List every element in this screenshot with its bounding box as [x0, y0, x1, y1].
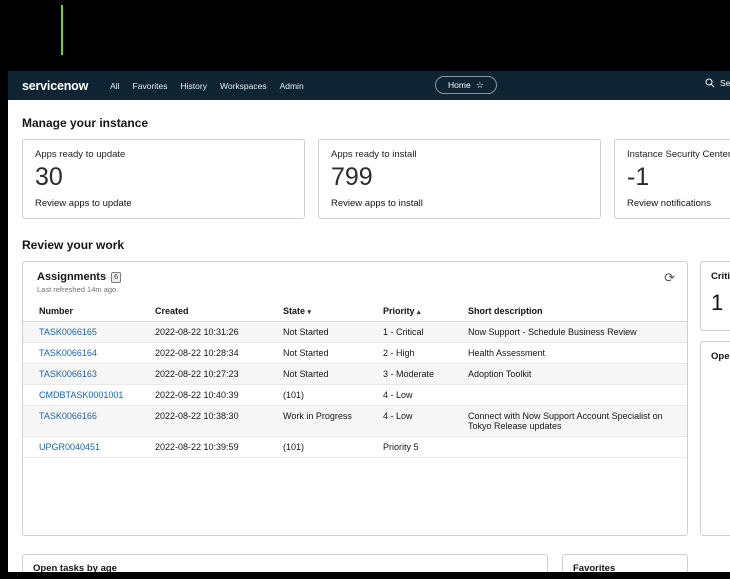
stat-card-value: -1	[627, 164, 730, 192]
state-cell: (101)	[279, 385, 379, 406]
stat-card-title: Instance Security Center notifications	[627, 149, 730, 160]
stat-card-value: 799	[331, 164, 588, 192]
app-content: Manage your instance Apps ready to updat…	[8, 100, 730, 572]
critical-card-title: Critical	[711, 271, 730, 282]
created-cell: 2022-08-22 10:28:34	[151, 343, 279, 364]
task-number-link[interactable]: TASK0066166	[39, 411, 97, 421]
short-description-cell	[464, 437, 687, 458]
priority-cell: 3 - Moderate	[379, 364, 464, 385]
header-search[interactable]: Search	[705, 78, 730, 88]
nav-item-favorites[interactable]: Favorites	[133, 81, 168, 91]
short-description-cell: Now Support - Schedule Business Review	[464, 322, 687, 343]
priority-cell: 1 - Critical	[379, 322, 464, 343]
last-refreshed-text: Last refreshed 14m ago.	[37, 285, 673, 294]
servicenow-logo[interactable]: servicenow	[22, 79, 88, 93]
stat-cards-row: Apps ready to update 30 Review apps to u…	[22, 139, 730, 219]
created-cell: 2022-08-22 10:27:23	[151, 364, 279, 385]
task-number-link[interactable]: UPGR0040451	[39, 442, 100, 452]
priority-cell: Priority 5	[379, 437, 464, 458]
refresh-icon[interactable]: ⟳	[664, 271, 675, 284]
nav-item-admin[interactable]: Admin	[280, 81, 304, 91]
assignments-panel: Assignments 6 Last refreshed 14m ago. ⟳ …	[22, 261, 688, 536]
priority-cell: 2 - High	[379, 343, 464, 364]
open-tasks-by-age-card: Open tasks by age	[22, 554, 548, 572]
table-row: TASK0066166 2022-08-22 10:38:30 Work in …	[23, 406, 687, 437]
assignments-title: Assignments	[37, 271, 106, 283]
stat-card-apps-update: Apps ready to update 30 Review apps to u…	[22, 139, 305, 219]
review-apps-install-link[interactable]: Review apps to install	[331, 198, 588, 209]
manage-instance-heading: Manage your instance	[22, 116, 730, 130]
search-label: Search	[720, 78, 730, 88]
column-header-short-description[interactable]: Short description	[464, 301, 687, 322]
table-row: UPGR0040451 2022-08-22 10:39:59 (101) Pr…	[23, 437, 687, 458]
review-apps-update-link[interactable]: Review apps to update	[35, 198, 292, 209]
header-nav: All Favorites History Workspaces Admin	[110, 81, 304, 91]
table-row: CMDBTASK0001001 2022-08-22 10:40:39 (101…	[23, 385, 687, 406]
stat-card-title: Apps ready to update	[35, 149, 292, 160]
column-header-priority[interactable]: Priority ▴	[379, 301, 464, 322]
window-top-frame	[8, 55, 730, 71]
home-button[interactable]: Home ☆	[435, 76, 497, 94]
created-cell: 2022-08-22 10:38:30	[151, 406, 279, 437]
open-tasks-by-age-title: Open tasks by age	[33, 563, 537, 572]
state-cell: Not Started	[279, 364, 379, 385]
state-cell: (101)	[279, 437, 379, 458]
review-work-row: Assignments 6 Last refreshed 14m ago. ⟳ …	[22, 261, 730, 536]
short-description-cell: Connect with Now Support Account Special…	[464, 406, 687, 437]
column-header-state[interactable]: State ▾	[279, 301, 379, 322]
short-description-cell	[464, 385, 687, 406]
nav-item-all[interactable]: All	[110, 81, 119, 91]
review-notifications-link[interactable]: Review notifications	[627, 198, 730, 209]
priority-cell: 4 - Low	[379, 385, 464, 406]
table-row: TASK0066164 2022-08-22 10:28:34 Not Star…	[23, 343, 687, 364]
stat-card-apps-install: Apps ready to install 799 Review apps to…	[318, 139, 601, 219]
task-number-link[interactable]: CMDBTASK0001001	[39, 390, 123, 400]
sort-asc-icon: ▴	[417, 309, 421, 316]
state-cell: Not Started	[279, 343, 379, 364]
nav-item-workspaces[interactable]: Workspaces	[220, 81, 267, 91]
created-cell: 2022-08-22 10:39:59	[151, 437, 279, 458]
home-button-label: Home	[448, 80, 471, 90]
stat-card-security-notifications: Instance Security Center notifications -…	[614, 139, 730, 219]
assignments-table: Number Created State ▾ Priority ▴ Short …	[23, 301, 687, 458]
open-tasks-card-title: Open tasks	[711, 351, 730, 362]
created-cell: 2022-08-22 10:31:26	[151, 322, 279, 343]
nav-item-history[interactable]: History	[181, 81, 207, 91]
table-row: TASK0066163 2022-08-22 10:27:23 Not Star…	[23, 364, 687, 385]
favorites-card: Favorites	[562, 554, 688, 572]
assignments-count-badge: 6	[111, 272, 121, 283]
created-cell: 2022-08-22 10:40:39	[151, 385, 279, 406]
assignments-header: Assignments 6 Last refreshed 14m ago.	[23, 262, 687, 297]
critical-card-value: 1	[711, 290, 730, 316]
green-marker-line	[61, 5, 63, 56]
favorites-title: Favorites	[573, 563, 677, 572]
table-header-row: Number Created State ▾ Priority ▴ Short …	[23, 301, 687, 322]
priority-cell: 4 - Low	[379, 406, 464, 437]
review-work-heading: Review your work	[22, 238, 730, 252]
task-number-link[interactable]: TASK0066164	[39, 348, 97, 358]
state-cell: Work in Progress	[279, 406, 379, 437]
star-icon: ☆	[476, 81, 484, 90]
open-tasks-card: Open tasks	[700, 341, 730, 536]
state-cell: Not Started	[279, 322, 379, 343]
stat-card-value: 30	[35, 164, 292, 192]
critical-card: Critical 1	[700, 261, 730, 331]
table-row: TASK0066165 2022-08-22 10:31:26 Not Star…	[23, 322, 687, 343]
app-window: servicenow All Favorites History Workspa…	[8, 55, 730, 572]
task-number-link[interactable]: TASK0066165	[39, 327, 97, 337]
column-header-created[interactable]: Created	[151, 301, 279, 322]
short-description-cell: Adoption Toolkit	[464, 364, 687, 385]
short-description-cell: Health Assessment	[464, 343, 687, 364]
search-icon	[705, 78, 715, 88]
stat-card-title: Apps ready to install	[331, 149, 588, 160]
task-number-link[interactable]: TASK0066163	[39, 369, 97, 379]
app-header: servicenow All Favorites History Workspa…	[8, 71, 730, 100]
side-column: Critical 1 Open tasks	[700, 261, 730, 536]
column-header-number[interactable]: Number	[23, 301, 151, 322]
bottom-row: Open tasks by age Favorites	[22, 554, 730, 572]
sort-desc-icon: ▾	[308, 309, 312, 316]
